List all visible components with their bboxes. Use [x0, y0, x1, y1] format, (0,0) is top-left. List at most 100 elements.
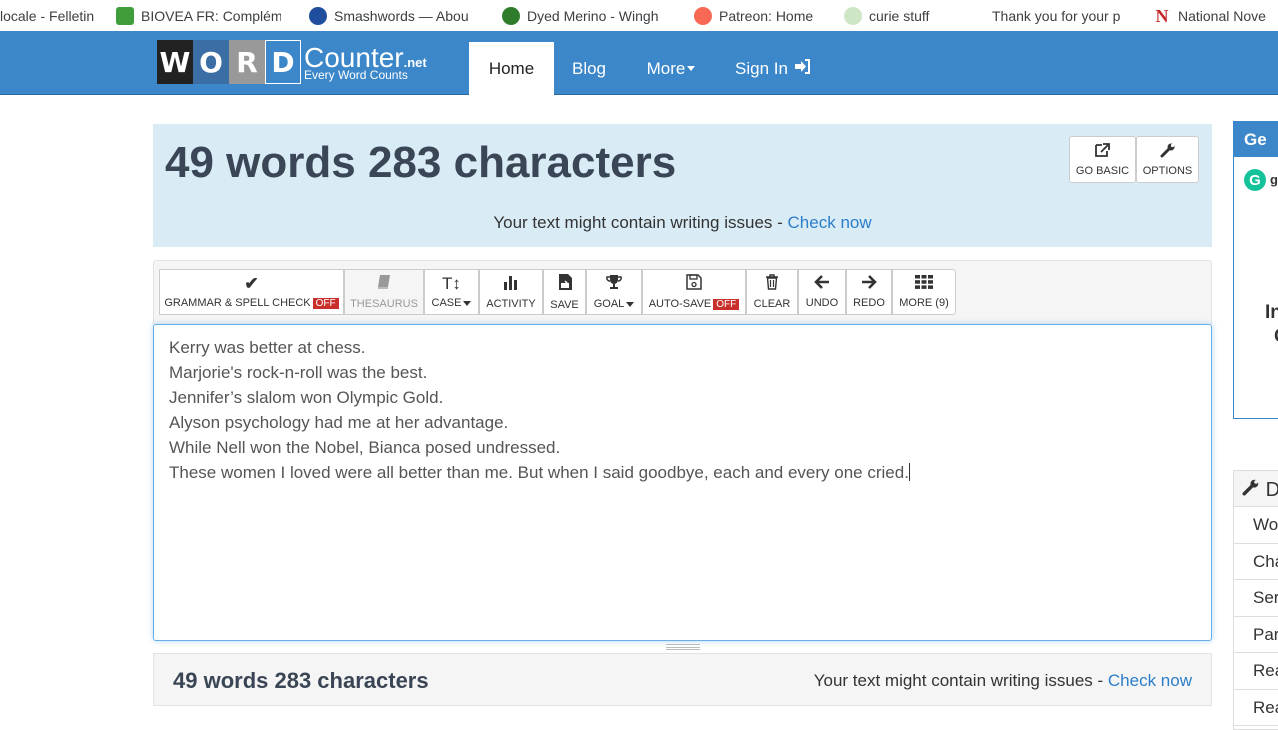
go-basic-button[interactable]: GO BASIC	[1069, 136, 1136, 183]
editor-line: While Nell won the Nobel, Bianca posed u…	[169, 438, 561, 457]
logo-letter: D	[265, 40, 301, 84]
bookmark-item[interactable]: Thank you for your p	[992, 0, 1142, 31]
check-now-link[interactable]: Check now	[788, 213, 872, 232]
sidebar-ad-text: C	[1274, 326, 1278, 348]
logo-wordmark: Counter.net Every Word Counts	[304, 43, 427, 82]
bookmark-item[interactable]: BIOVEA FR: Complém	[116, 0, 281, 31]
sidebar-ad[interactable]: Ge G g In C	[1233, 121, 1278, 419]
grid-icon	[915, 275, 933, 293]
external-link-icon	[1094, 142, 1112, 162]
writing-issues-text: Your text might contain writing issues -	[493, 213, 788, 232]
caret-down-icon	[463, 300, 472, 306]
goal-dropdown-button[interactable]: GOAL	[586, 269, 642, 315]
bookmark-label: Patreon: Home	[719, 7, 814, 24]
book-icon	[376, 274, 392, 294]
nav-more-label: More	[646, 58, 686, 78]
stats-panel: 49 words 283 characters GO BASIC OPTIONS…	[153, 124, 1212, 247]
auto-save-label: AUTO-SAVE	[648, 298, 712, 310]
options-button[interactable]: OPTIONS	[1136, 136, 1199, 183]
bookmark-item[interactable]: curie stuff	[844, 0, 949, 31]
grammar-check-label: GRAMMAR & SPELL CHECK	[164, 297, 311, 309]
nav-more-dropdown[interactable]: More	[636, 42, 706, 95]
nav-blog[interactable]: Blog	[560, 42, 618, 95]
globe-icon	[844, 6, 862, 25]
nanowrimo-icon: N	[1153, 6, 1171, 25]
bookmark-label: locale - Felletin	[0, 7, 95, 24]
nav-home[interactable]: Home	[469, 42, 554, 95]
text-cursor	[908, 463, 910, 481]
activity-button[interactable]: ACTIVITY	[479, 269, 543, 315]
trophy-icon	[605, 274, 623, 294]
undo-button[interactable]: UNDO	[798, 269, 846, 315]
grammar-check-state-badge: OFF	[312, 298, 339, 309]
bookmark-item[interactable]: Smashwords — Abou	[309, 0, 476, 31]
details-item: Ser	[1234, 580, 1278, 617]
goal-label: GOAL	[593, 298, 625, 310]
editor-line-text: These women I loved were all better than…	[169, 463, 909, 482]
patreon-icon	[694, 6, 712, 25]
more-tools-label: MORE (9)	[899, 297, 949, 309]
save-icon	[557, 273, 573, 295]
footer-check-now-link[interactable]: Check now	[1108, 671, 1192, 690]
text-height-icon: T↕	[442, 274, 461, 293]
trash-icon	[765, 274, 779, 294]
site-logo[interactable]: W O R D Counter.net Every Word Counts	[157, 40, 427, 84]
details-panel: D Wo Cha Ser Par Rea Rea	[1233, 470, 1278, 730]
sidebar-ad-text: In	[1265, 302, 1278, 323]
details-item: Par	[1234, 617, 1278, 653]
thesaurus-label: THESAURUS	[350, 298, 418, 310]
footer-writing-issues-text: Your text might contain writing issues -	[813, 671, 1108, 690]
sign-in-icon	[794, 58, 811, 79]
footer-writing-issues-message: Your text might contain writing issues -…	[814, 671, 1192, 691]
nav-sign-in[interactable]: Sign In	[728, 42, 818, 95]
footer-stats-bar: 49 words 283 characters Your text might …	[153, 653, 1212, 706]
check-icon: ✔	[244, 274, 259, 293]
details-panel-title: D	[1265, 479, 1278, 501]
bookmark-label: National Nove	[1178, 7, 1266, 24]
editor-toolbar: ✔ GRAMMAR & SPELL CHECK OFF THESAURUS T↕ …	[153, 260, 1212, 324]
footer-word-character-count: 49 words 283 characters	[173, 668, 429, 693]
case-dropdown-button[interactable]: T↕ CASE	[424, 269, 479, 315]
details-item: Wo	[1234, 507, 1278, 544]
logo-letter: R	[229, 40, 265, 84]
nav-blog-label: Blog	[571, 58, 607, 78]
auto-save-button[interactable]: AUTO-SAVE OFF	[642, 269, 746, 315]
bookmark-item[interactable]: Dyed Merino - Wingh	[502, 0, 667, 31]
more-tools-button[interactable]: MORE (9)	[892, 269, 956, 315]
arrow-right-icon	[861, 275, 877, 293]
activity-label: ACTIVITY	[486, 298, 536, 310]
nav-sign-in-label: Sign In	[735, 58, 788, 78]
sidebar-ad-logo-text: g	[1270, 172, 1278, 187]
auto-save-state-badge: OFF	[713, 299, 740, 310]
sidebar-ad-header: Ge	[1234, 122, 1278, 157]
bookmarks-bar: locale - Felletin BIOVEA FR: Complém Sma…	[0, 0, 1278, 31]
go-basic-label: GO BASIC	[1075, 165, 1130, 177]
sheep-icon	[502, 6, 520, 25]
details-panel-header: D	[1234, 471, 1278, 507]
bar-chart-icon	[503, 274, 519, 294]
logo-tagline: Every Word Counts	[304, 67, 408, 82]
details-item: Rea	[1234, 690, 1278, 726]
floppy-icon	[686, 274, 702, 294]
grammar-check-button[interactable]: ✔ GRAMMAR & SPELL CHECK OFF	[159, 269, 344, 315]
save-button[interactable]: SAVE	[543, 269, 586, 315]
bookmark-item[interactable]: locale - Felletin	[0, 0, 112, 31]
bookmark-item[interactable]: N National Nove	[1153, 0, 1278, 31]
editor-line: These women I loved were all better than…	[169, 460, 1196, 485]
writing-issues-message: Your text might contain writing issues -…	[153, 213, 1212, 233]
wrench-icon	[1160, 142, 1176, 162]
redo-button[interactable]: REDO	[846, 269, 892, 315]
details-item: Cha	[1234, 544, 1278, 580]
bookmark-item[interactable]: Patreon: Home	[694, 0, 829, 31]
word-character-count: 49 words 283 characters	[165, 138, 677, 187]
thesaurus-button[interactable]: THESAURUS	[344, 269, 424, 315]
caret-down-icon	[626, 301, 635, 307]
smashwords-icon	[309, 6, 327, 25]
undo-label: UNDO	[805, 297, 839, 309]
logo-letter: O	[193, 40, 229, 84]
resize-handle[interactable]	[666, 644, 700, 650]
clear-button[interactable]: CLEAR	[746, 269, 798, 315]
text-editor[interactable]: Kerry was better at chess. Marjorie's ro…	[153, 324, 1212, 641]
bookmark-label: curie stuff	[869, 7, 930, 24]
details-item: Rea	[1234, 653, 1278, 690]
